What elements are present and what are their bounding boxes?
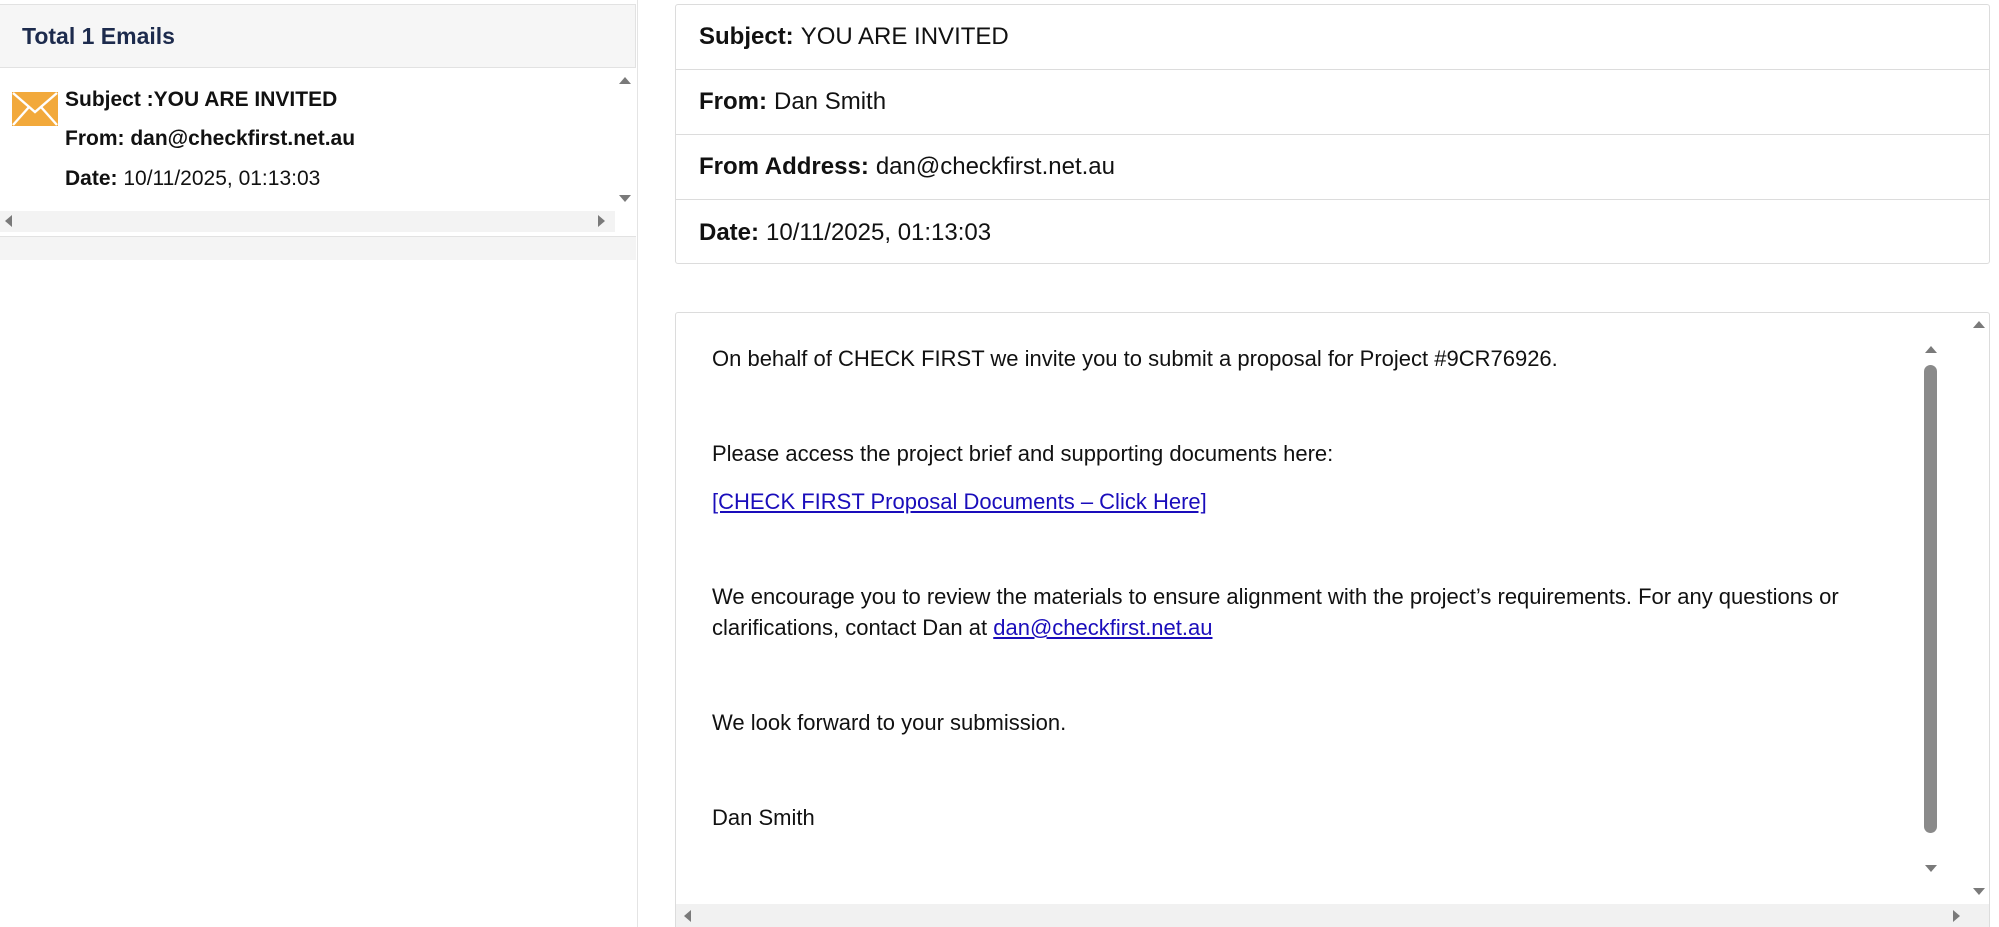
outer-scroll-up-arrow-icon[interactable]: [1973, 321, 1985, 328]
body-paragraph-intro: On behalf of CHECK FIRST we invite you t…: [712, 346, 1558, 371]
outer-scroll-down-arrow-icon[interactable]: [1973, 888, 1985, 895]
email-list-item[interactable]: Subject :YOU ARE INVITED From: dan@check…: [0, 68, 615, 211]
body-signature: Dan Smith: [712, 805, 815, 830]
scroll-up-arrow-icon[interactable]: [619, 77, 631, 84]
header-from-address-label: From Address:: [699, 153, 869, 180]
email-list-horizontal-scrollbar[interactable]: [0, 211, 615, 232]
email-body-content: On behalf of CHECK FIRST we invite you t…: [712, 343, 1989, 833]
header-from-address-row: From Address: dan@checkfirst.net.au: [676, 135, 1989, 200]
body-paragraph-closing: We look forward to your submission.: [712, 710, 1067, 735]
header-from-label: From:: [699, 88, 767, 115]
header-from-row: From: Dan Smith: [676, 70, 1989, 135]
proposal-documents-link[interactable]: [CHECK FIRST Proposal Documents – Click …: [712, 489, 1207, 514]
header-from-address-value: dan@checkfirst.net.au: [875, 153, 1115, 180]
header-subject-label: Subject:: [699, 23, 794, 50]
header-from-value: Dan Smith: [774, 88, 887, 115]
email-item-date: Date: 10/11/2025, 01:13:03: [65, 167, 320, 191]
email-list-panel: Total 1 Emails Subject :YOU ARE INVITED …: [0, 0, 638, 927]
inner-scroll-down-arrow-icon[interactable]: [1925, 865, 1937, 872]
body-scroll-right-arrow-icon[interactable]: [1953, 910, 1960, 922]
inner-scroll-up-arrow-icon[interactable]: [1925, 346, 1937, 353]
header-date-value: 10/11/2025, 01:13:03: [766, 218, 992, 246]
header-date-row: Date: 10/11/2025, 01:13:03: [676, 200, 1989, 265]
header-subject-row: Subject: YOU ARE INVITED: [676, 5, 1989, 70]
body-outer-vertical-scrollbar[interactable]: [1967, 312, 1991, 907]
body-paragraph-encourage-line2: clarifications, contact Dan at dan@check…: [712, 612, 1989, 643]
email-item-date-label: Date:: [65, 167, 118, 190]
body-paragraph-encourage-line1: We encourage you to review the materials…: [712, 584, 1839, 609]
body-horizontal-scrollbar[interactable]: [676, 904, 1989, 927]
email-list-header: Total 1 Emails: [0, 4, 636, 68]
body-inner-vertical-scrollbar[interactable]: [1919, 343, 1943, 878]
scroll-right-arrow-icon[interactable]: [598, 215, 605, 227]
email-item-subject: Subject :YOU ARE INVITED: [65, 88, 338, 111]
email-list-vertical-scrollbar[interactable]: [615, 68, 636, 211]
body-scroll-left-arrow-icon[interactable]: [684, 910, 691, 922]
email-list-footer: [0, 236, 636, 260]
body-paragraph-access: Please access the project brief and supp…: [712, 441, 1334, 466]
scroll-left-arrow-icon[interactable]: [5, 215, 12, 227]
email-count-title: Total 1 Emails: [22, 22, 175, 49]
email-item-from: From: dan@checkfirst.net.au: [65, 127, 356, 150]
header-subject-value: YOU ARE INVITED: [800, 23, 1009, 50]
email-item-date-value: 10/11/2025, 01:13:03: [123, 167, 321, 190]
contact-email-link[interactable]: dan@checkfirst.net.au: [993, 615, 1212, 640]
inner-scroll-thumb[interactable]: [1924, 365, 1937, 833]
email-body-card: On behalf of CHECK FIRST we invite you t…: [675, 312, 1990, 927]
email-header-card: Subject: YOU ARE INVITED From: Dan Smith…: [675, 4, 1990, 264]
body-contact-text: clarifications, contact Dan at: [712, 615, 994, 640]
envelope-icon: [12, 92, 58, 126]
email-list: Subject :YOU ARE INVITED From: dan@check…: [0, 68, 636, 236]
scroll-down-arrow-icon[interactable]: [619, 195, 631, 202]
header-date-label: Date:: [699, 218, 760, 246]
